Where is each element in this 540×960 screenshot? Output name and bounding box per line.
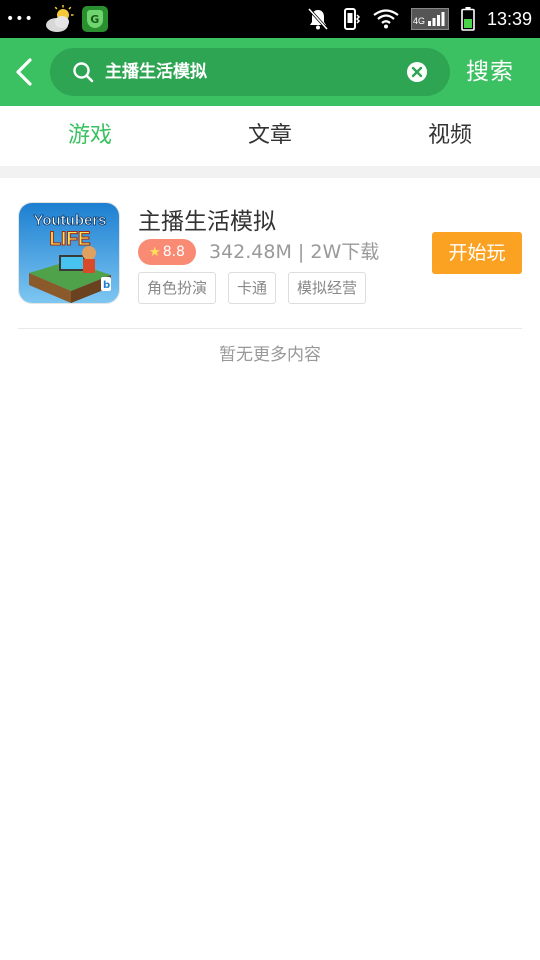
back-arrow-icon[interactable]	[12, 58, 38, 86]
no-more-content-text: 暂无更多内容	[219, 345, 321, 365]
search-header: 主播生活模拟 搜索	[0, 38, 540, 106]
clock-time: 13:39	[486, 8, 532, 29]
start-play-button[interactable]: 开始玩	[432, 232, 522, 274]
app-notification-icon: G	[81, 6, 108, 32]
weather-icon	[44, 5, 74, 33]
section-divider	[0, 166, 540, 178]
star-icon: ★	[149, 244, 161, 260]
app-size-downloads: 342.48M | 2W下载	[209, 241, 380, 263]
divider	[18, 328, 522, 329]
tab-games[interactable]: 游戏	[0, 106, 180, 166]
svg-text:4G: 4G	[413, 16, 425, 26]
tab-videos[interactable]: 视频	[360, 106, 540, 166]
search-icon	[72, 61, 94, 83]
more-dots-icon: •••	[6, 11, 34, 27]
app-name[interactable]: 主播生活模拟	[138, 202, 276, 236]
app-icon[interactable]: b Youtubers LIFE	[18, 202, 120, 304]
svg-text:Youtubers: Youtubers	[33, 212, 106, 229]
search-input[interactable]: 主播生活模拟	[50, 48, 450, 96]
list-item[interactable]: b Youtubers LIFE 主播生活模拟 ★ 8.8 342.48M | …	[0, 178, 540, 328]
battery-icon	[461, 7, 475, 31]
search-button[interactable]: 搜索	[466, 38, 514, 106]
tab-articles[interactable]: 文章	[180, 106, 360, 166]
mute-icon	[307, 7, 329, 31]
tag-role-playing[interactable]: 角色扮演	[138, 272, 217, 304]
tag-cartoon[interactable]: 卡通	[228, 272, 277, 304]
rating-badge: ★ 8.8	[138, 239, 196, 265]
svg-text:LIFE: LIFE	[49, 229, 90, 250]
tag-simulation[interactable]: 模拟经营	[288, 272, 367, 304]
svg-text:b: b	[103, 280, 110, 291]
rating-value: 8.8	[162, 244, 185, 260]
signal-icon: 4G	[410, 8, 449, 30]
search-query-text: 主播生活模拟	[105, 62, 207, 82]
status-bar: ••• G 4G 13:39	[0, 0, 540, 38]
wifi-icon	[373, 9, 399, 29]
vibrate-icon	[341, 7, 361, 31]
tag-list: 角色扮演 卡通 模拟经营	[138, 272, 367, 304]
category-tabs: 游戏 文章 视频	[0, 106, 540, 166]
clear-icon[interactable]	[406, 61, 428, 83]
